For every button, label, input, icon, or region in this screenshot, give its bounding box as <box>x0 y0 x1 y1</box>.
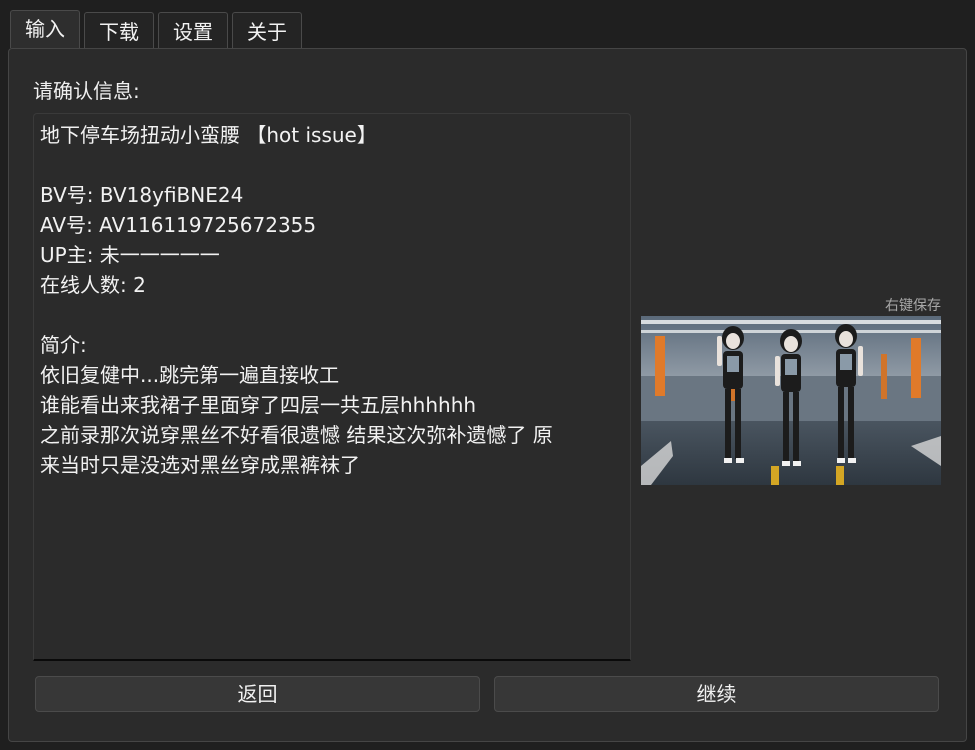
continue-button[interactable]: 继续 <box>494 676 939 712</box>
thumbnail-image <box>641 316 941 485</box>
tab-download[interactable]: 下载 <box>84 12 154 48</box>
app-window: 输入 下载 设置 关于 请确认信息: 地下停车场扭动小蛮腰 【hot issue… <box>0 0 975 750</box>
tab-settings[interactable]: 设置 <box>158 12 228 48</box>
intro-label: 简介: <box>40 333 87 357</box>
intro-line: 来当时只是没选对黑丝穿成黑裤袜了 <box>40 453 360 477</box>
av-number: AV号: AV116119725672355 <box>40 213 317 237</box>
intro-line: 谁能看出来我裙子里面穿了四层一共五层hhhhhh <box>40 393 477 417</box>
tab-about[interactable]: 关于 <box>232 12 302 48</box>
intro-line: 依旧复健中...跳完第一遍直接收工 <box>40 363 340 387</box>
bv-number: BV号: BV18yfiBNE24 <box>40 183 244 207</box>
intro-line: 之前录那次说穿黑丝不好看很遗憾 结果这次弥补遗憾了 原 <box>40 423 553 447</box>
input-panel: 请确认信息: 地下停车场扭动小蛮腰 【hot issue】 BV号: BV18y… <box>8 48 967 742</box>
right-click-save-hint: 右键保存 <box>885 298 941 314</box>
tab-bar: 输入 下载 设置 关于 <box>10 10 306 48</box>
back-button[interactable]: 返回 <box>35 676 480 712</box>
tab-input[interactable]: 输入 <box>10 10 80 48</box>
video-thumbnail[interactable] <box>641 316 941 485</box>
confirm-prompt: 请确认信息: <box>33 79 140 103</box>
video-info-textbox[interactable]: 地下停车场扭动小蛮腰 【hot issue】 BV号: BV18yfiBNE24… <box>33 113 631 661</box>
uploader: UP主: 未一一一一一 <box>40 243 220 267</box>
online-count: 在线人数: 2 <box>40 273 146 297</box>
video-title: 地下停车场扭动小蛮腰 【hot issue】 <box>40 123 377 147</box>
